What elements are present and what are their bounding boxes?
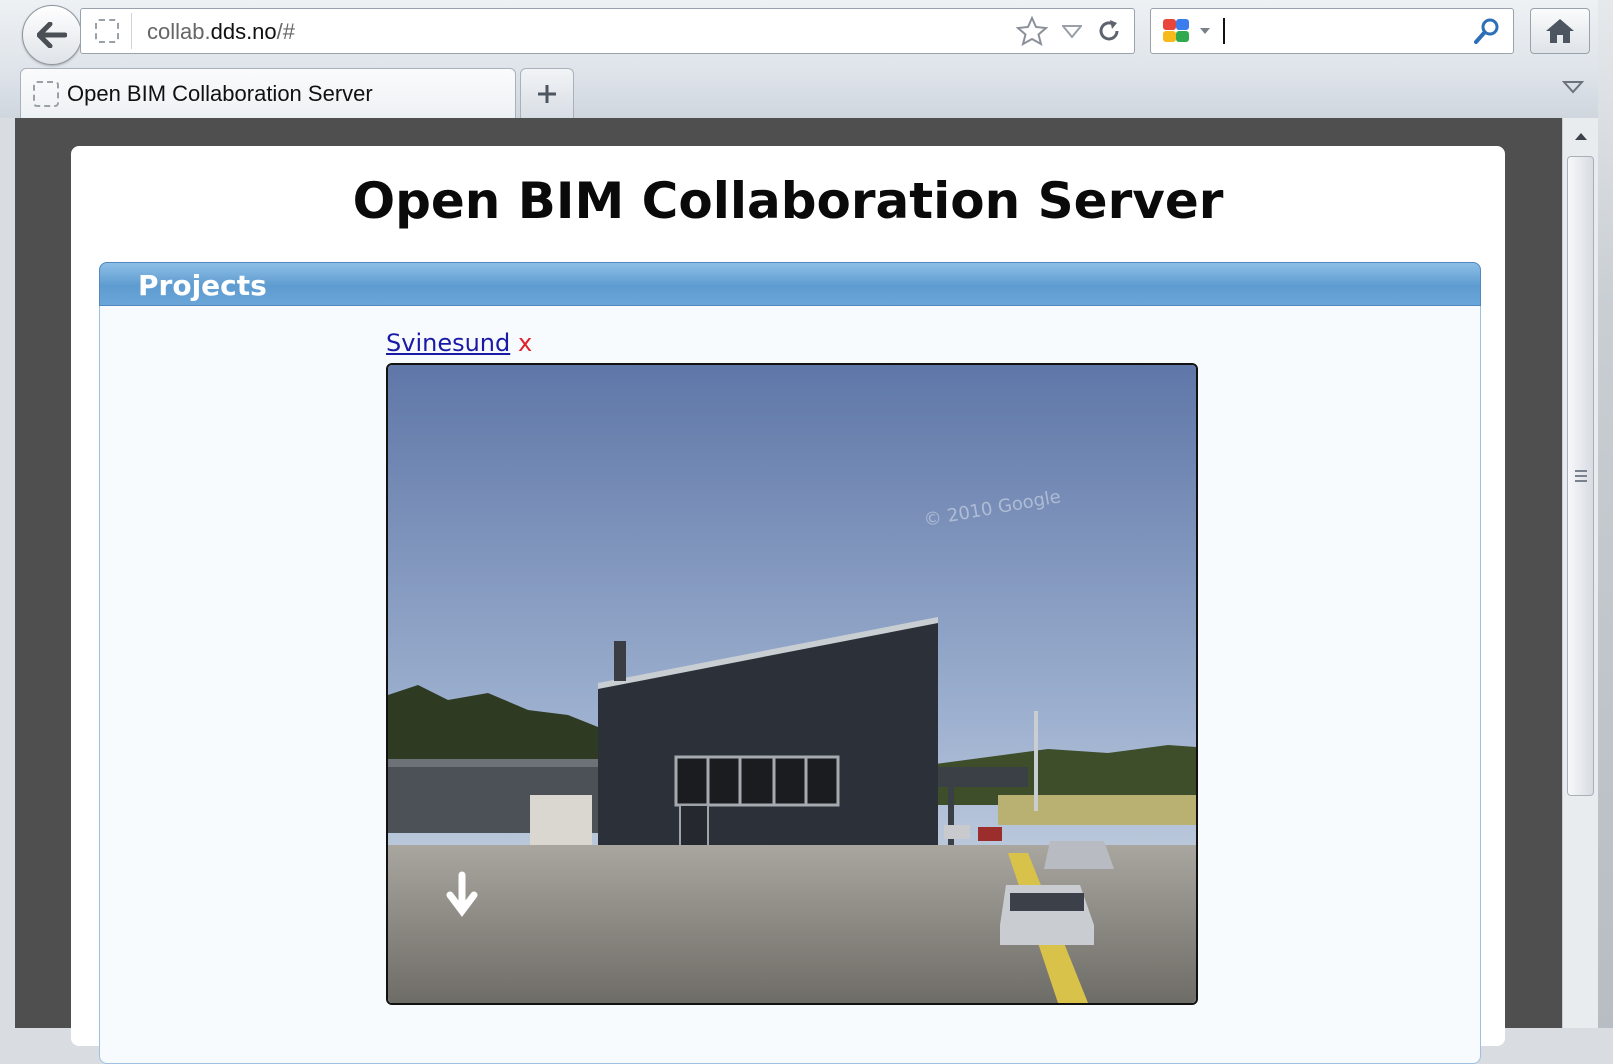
- back-button[interactable]: [22, 5, 82, 65]
- url-domain: dds.no: [210, 19, 277, 44]
- page-container: Open BIM Collaboration Server Projects S…: [71, 146, 1505, 1064]
- engine-dropdown-icon[interactable]: [1199, 27, 1211, 35]
- scroll-up-button[interactable]: [1566, 121, 1596, 151]
- browser-toolbar: collab.dds.no/# Open BIM Collaboration S…: [0, 0, 1613, 118]
- page-icon: [33, 81, 59, 107]
- arrow-left-icon: [37, 22, 67, 48]
- url-suffix: /#: [276, 19, 296, 44]
- search-bar[interactable]: [1150, 8, 1514, 54]
- star-icon[interactable]: [1016, 16, 1048, 46]
- reload-icon[interactable]: [1096, 18, 1122, 44]
- dropdown-icon[interactable]: [1062, 24, 1082, 38]
- delete-project-button[interactable]: x: [518, 329, 532, 357]
- magnifier-icon[interactable]: [1473, 17, 1501, 45]
- plus-icon: [538, 84, 556, 103]
- url-text[interactable]: collab.dds.no/#: [147, 19, 295, 45]
- google-icon[interactable]: [1161, 17, 1193, 45]
- home-button[interactable]: [1530, 8, 1590, 54]
- vertical-scrollbar[interactable]: [1562, 118, 1599, 1028]
- project-image[interactable]: © 2010 Google: [386, 363, 1198, 1005]
- tab-active[interactable]: Open BIM Collaboration Server: [20, 68, 516, 118]
- search-input[interactable]: [1223, 18, 1225, 44]
- home-icon: [1546, 19, 1574, 43]
- chevron-down-icon[interactable]: [1562, 80, 1584, 94]
- new-tab-button[interactable]: [520, 68, 574, 118]
- url-prefix: collab.: [147, 19, 211, 44]
- panel-title: Projects: [138, 269, 267, 302]
- page-viewport: Open BIM Collaboration Server Projects S…: [15, 118, 1565, 1064]
- page-title: Open BIM Collaboration Server: [352, 172, 1224, 230]
- projects-panel: Projects Svinesund x © 2010 Google: [99, 262, 1481, 1064]
- arrow-up-icon: [1575, 133, 1587, 140]
- grip-icon: [1574, 470, 1587, 482]
- panel-header: Projects: [99, 262, 1481, 306]
- project-link[interactable]: Svinesund: [386, 329, 510, 357]
- window-edge: [1598, 0, 1613, 1028]
- scroll-thumb[interactable]: [1567, 156, 1594, 796]
- page-icon: [95, 19, 119, 43]
- address-bar[interactable]: collab.dds.no/#: [80, 8, 1135, 54]
- tab-title: Open BIM Collaboration Server: [67, 81, 373, 106]
- url-divider: [131, 13, 132, 49]
- project-photo: © 2010 Google: [388, 365, 1196, 1003]
